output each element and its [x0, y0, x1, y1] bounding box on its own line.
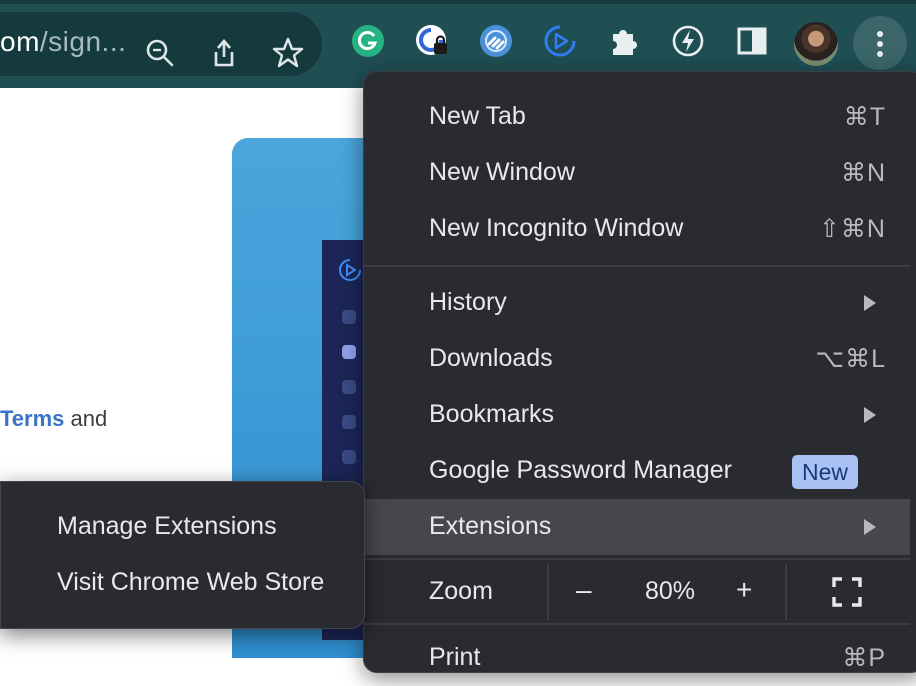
menu-item-new-incognito-window[interactable]: New Incognito Window ⇧⌘N: [364, 201, 910, 257]
menu-item-label: New Incognito Window: [429, 214, 684, 242]
menu-item-label: Print: [429, 643, 481, 671]
menu-item-shortcut: ⇧⌘N: [818, 215, 886, 243]
url-path: /sign...: [39, 26, 127, 57]
grammarly-icon[interactable]: [351, 24, 385, 58]
zoom-icon[interactable]: [143, 36, 177, 70]
menu-item-shortcut: ⌘N: [840, 159, 886, 187]
menu-item-new-tab[interactable]: New Tab ⌘T: [364, 89, 910, 145]
menu-item-extensions[interactable]: Extensions: [364, 499, 910, 555]
submenu-item-manage-extensions[interactable]: Manage Extensions: [1, 499, 364, 555]
menu-item-label: Google Password Manager: [429, 456, 732, 484]
zoom-in-button[interactable]: +: [736, 574, 752, 606]
zoom-out-button[interactable]: –: [576, 574, 592, 606]
kebab-menu-button[interactable]: [853, 16, 907, 70]
submenu-item-chrome-web-store[interactable]: Visit Chrome Web Store: [1, 555, 364, 611]
submenu-item-label: Manage Extensions: [57, 512, 277, 540]
side-panel-icon[interactable]: [735, 24, 769, 58]
url-host: om: [0, 26, 40, 57]
zoom-divider: [547, 564, 549, 620]
bolt-extension-icon[interactable]: [671, 24, 705, 58]
app-nav-icon: [342, 415, 356, 429]
app-logo-icon: [338, 258, 362, 282]
menu-separator: [364, 558, 910, 560]
menu-item-label: Downloads: [429, 344, 553, 372]
menu-item-label: New Window: [429, 158, 575, 186]
address-bar[interactable]: om/sign...: [0, 12, 322, 76]
puzzle-icon[interactable]: [607, 24, 641, 58]
new-badge: New: [792, 455, 859, 489]
share-icon[interactable]: [207, 36, 241, 70]
zoom-value: 80%: [645, 577, 696, 605]
menu-item-label: Extensions: [429, 512, 552, 540]
app-nav-icon: [342, 310, 356, 324]
terms-text: Terms and: [0, 406, 107, 432]
menu-item-password-manager[interactable]: Google Password Manager New: [364, 443, 910, 499]
link-extension-icon[interactable]: [479, 24, 513, 58]
submenu-arrow-icon: [864, 519, 876, 535]
menu-item-shortcut: ⌘T: [843, 103, 886, 131]
menu-item-label: History: [429, 288, 507, 316]
terms-suffix: and: [64, 406, 108, 431]
chrome-main-menu: New Tab ⌘T New Window ⌘N New Incognito W…: [363, 71, 916, 673]
menu-separator: [364, 623, 910, 625]
menu-separator: [364, 265, 910, 267]
avatar[interactable]: [794, 22, 838, 66]
play-extension-icon[interactable]: [543, 24, 577, 58]
fullscreen-icon[interactable]: [831, 576, 863, 608]
app-nav-icon: [342, 380, 356, 394]
app-nav-icon: [342, 345, 356, 359]
url-text: om/sign...: [0, 26, 126, 58]
terms-link[interactable]: Terms: [0, 406, 64, 431]
menu-item-history[interactable]: History: [364, 275, 910, 331]
zoom-label: Zoom: [429, 577, 493, 605]
submenu-item-label: Visit Chrome Web Store: [57, 568, 325, 596]
menu-item-new-window[interactable]: New Window ⌘N: [364, 145, 910, 201]
menu-item-bookmarks[interactable]: Bookmarks: [364, 387, 910, 443]
extensions-submenu: Manage Extensions Visit Chrome Web Store: [0, 481, 365, 629]
menu-item-label: Bookmarks: [429, 400, 555, 428]
bookmark-star-icon[interactable]: [271, 36, 305, 70]
zoom-divider: [785, 564, 787, 620]
menu-item-shortcut: ⌥⌘L: [815, 345, 886, 373]
menu-item-label: New Tab: [429, 102, 526, 130]
zoom-row: Zoom – 80% +: [364, 564, 910, 620]
submenu-arrow-icon: [864, 295, 876, 311]
menu-item-downloads[interactable]: Downloads ⌥⌘L: [364, 331, 910, 387]
lock-extension-icon[interactable]: [415, 24, 449, 58]
app-nav-icon: [342, 450, 356, 464]
menu-item-print[interactable]: Print ⌘P: [364, 630, 910, 686]
submenu-arrow-icon: [864, 407, 876, 423]
